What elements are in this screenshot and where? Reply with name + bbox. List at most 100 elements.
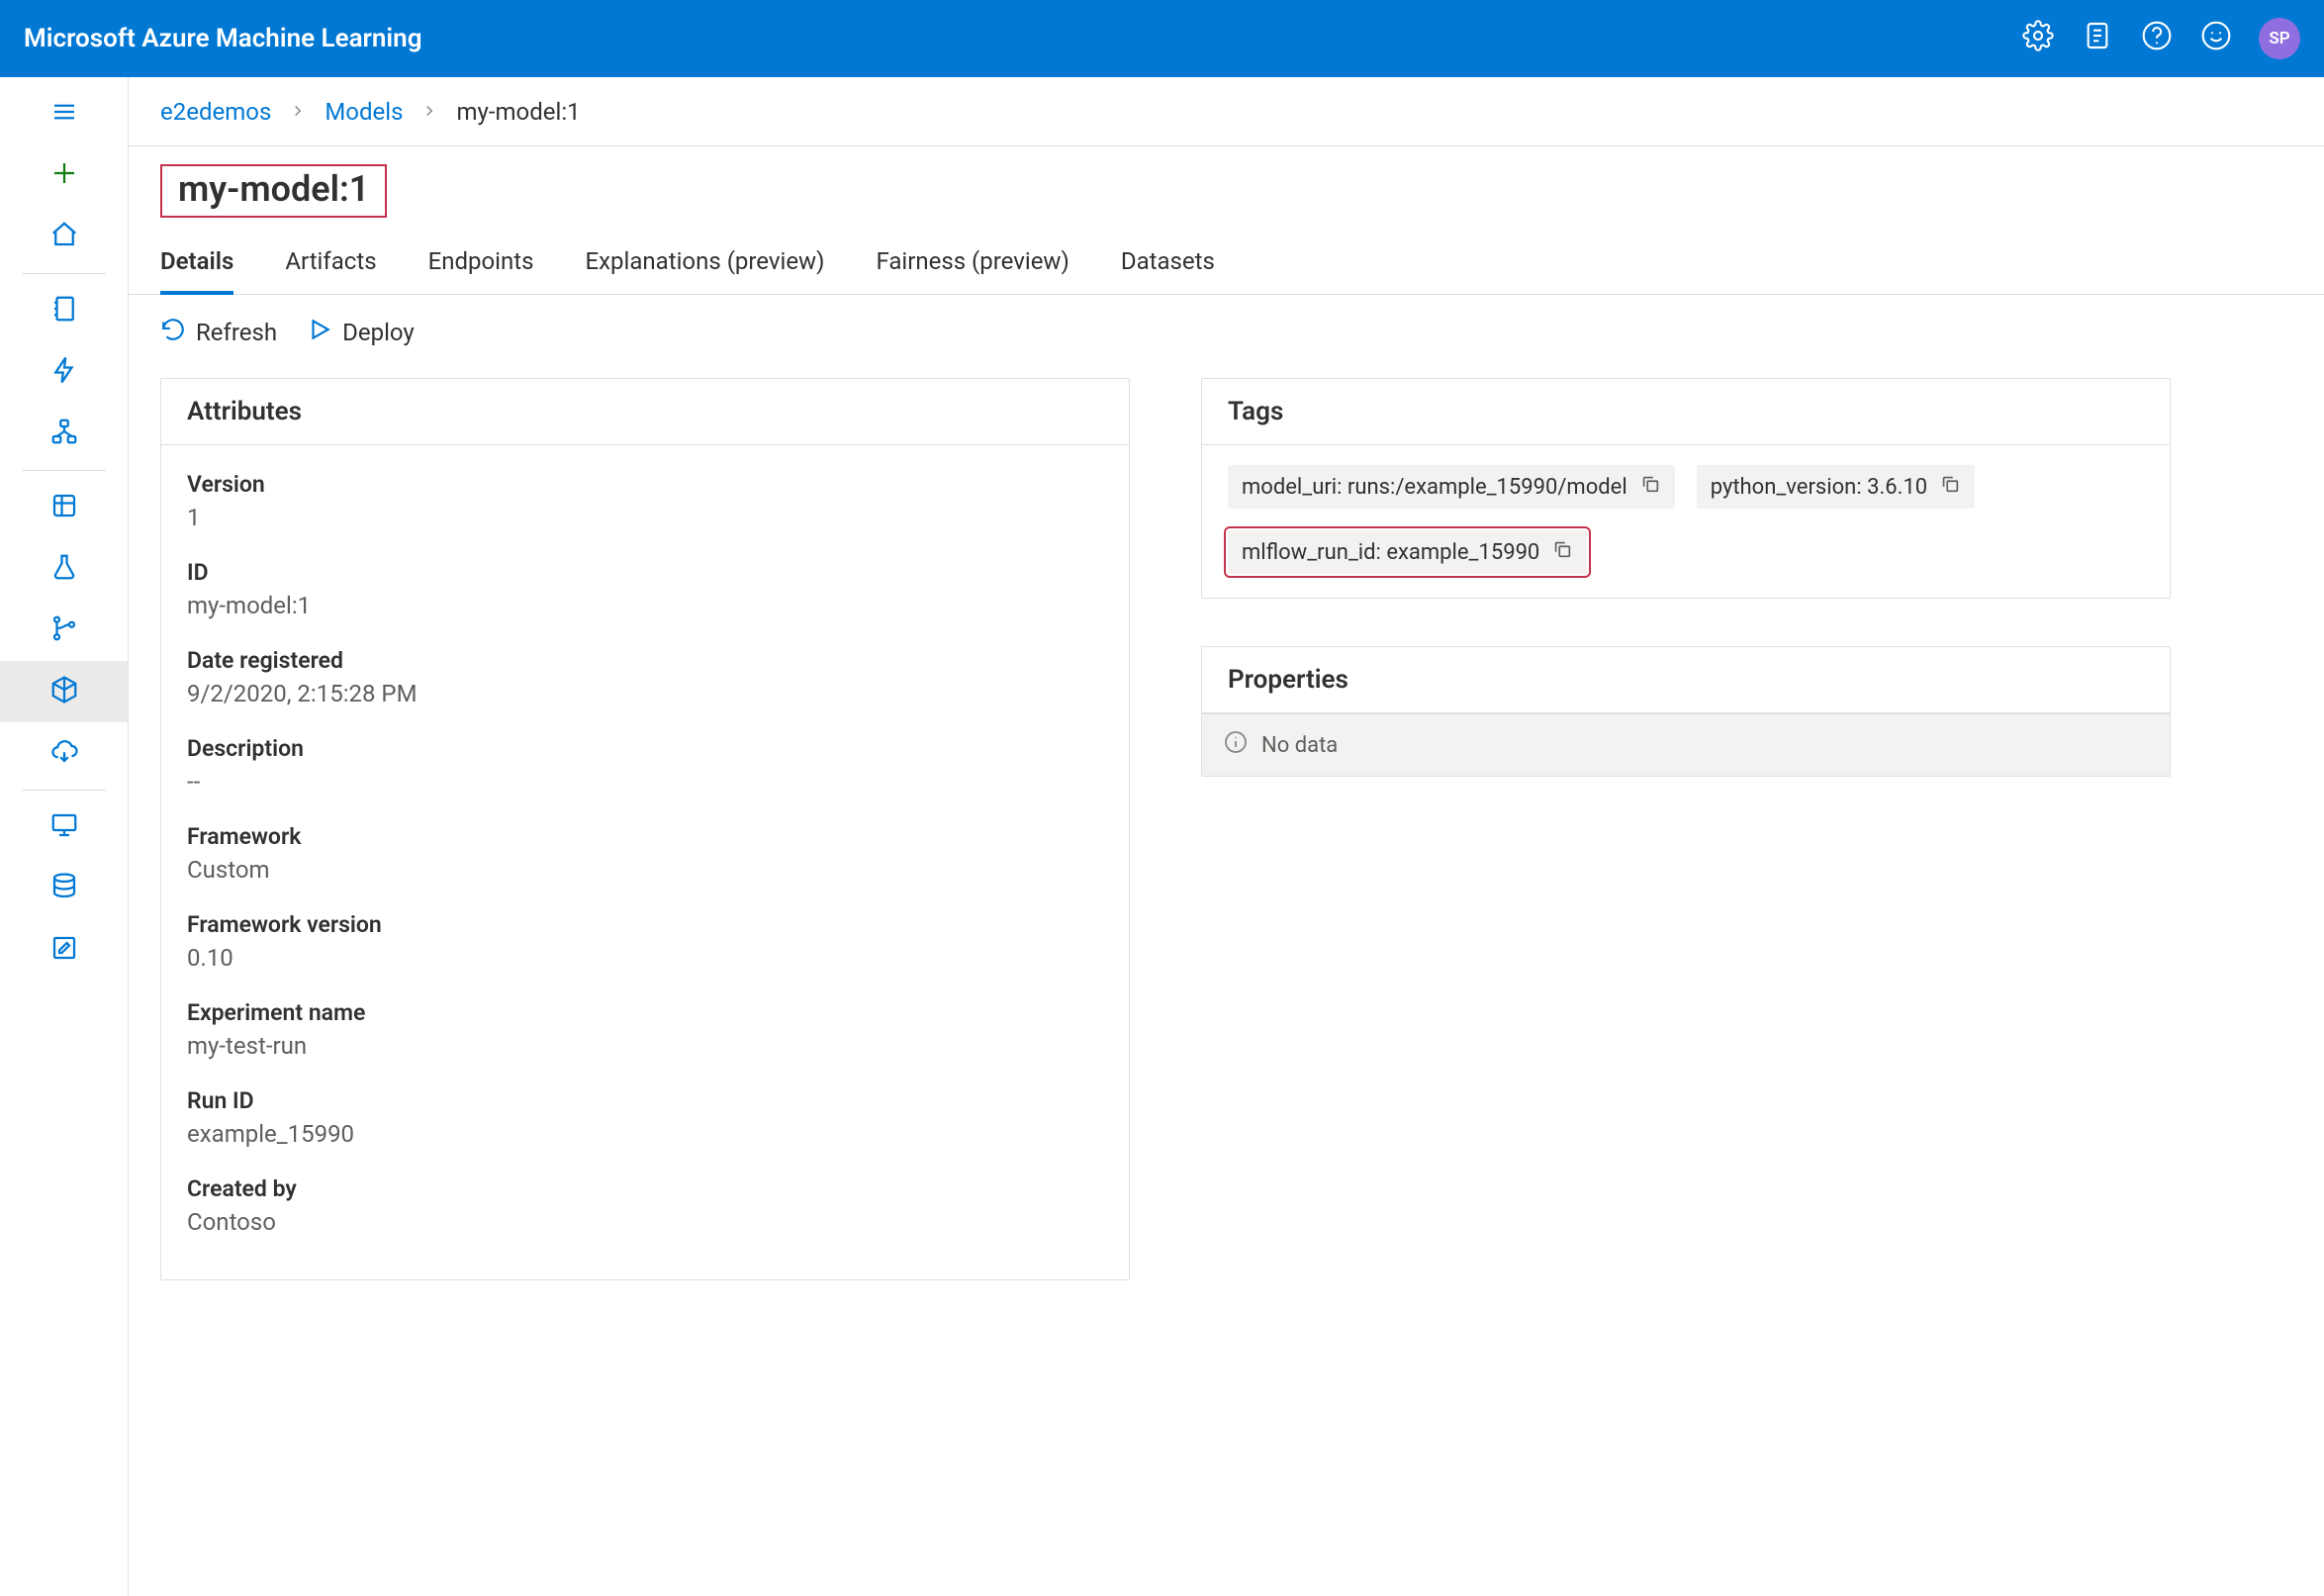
tab-fairness[interactable]: Fairness (preview): [876, 247, 1069, 294]
attribute-value: 9/2/2020, 2:15:28 PM: [187, 674, 1103, 707]
attribute-value: my-test-run: [187, 1026, 1103, 1060]
top-header: Microsoft Azure Machine Learning SP: [0, 0, 2324, 77]
tab-datasets[interactable]: Datasets: [1121, 247, 1215, 294]
diagnostics-button[interactable]: [2081, 22, 2114, 55]
attribute-row: Created byContoso: [187, 1166, 1103, 1254]
deploy-button[interactable]: Deploy: [307, 317, 415, 348]
feedback-button[interactable]: [2199, 22, 2233, 55]
attribute-label: Framework version: [187, 911, 1103, 938]
attribute-row: IDmy-model:1: [187, 549, 1103, 637]
database-icon: [49, 872, 79, 905]
lightning-icon: [49, 355, 79, 389]
attribute-label: ID: [187, 559, 1103, 586]
refresh-label: Refresh: [196, 319, 277, 346]
main-content: e2edemos Models my-model:1 my-model:1 De…: [129, 77, 2324, 1596]
copy-icon[interactable]: [1551, 538, 1573, 566]
flask-icon: [49, 552, 79, 586]
breadcrumb-section[interactable]: Models: [325, 98, 403, 126]
deploy-label: Deploy: [342, 319, 415, 346]
tab-explanations[interactable]: Explanations (preview): [586, 247, 825, 294]
avatar-initials: SP: [2269, 29, 2289, 48]
tag-chip: python_version: 3.6.10: [1697, 465, 1975, 509]
rail-datastores[interactable]: [0, 858, 128, 919]
tag-chip: model_uri: runs:/example_15990/model: [1228, 465, 1675, 509]
attribute-row: Date registered9/2/2020, 2:15:28 PM: [187, 637, 1103, 725]
rail-compute[interactable]: [0, 797, 128, 858]
rail-pipelines[interactable]: [0, 600, 128, 661]
attribute-row: Run IDexample_15990: [187, 1078, 1103, 1166]
tabs: Details Artifacts Endpoints Explanations…: [129, 218, 2324, 295]
rail-divider: [22, 273, 106, 274]
home-icon: [49, 220, 79, 253]
rail-home[interactable]: [0, 206, 128, 267]
edit-box-icon: [49, 933, 79, 967]
tag-text: python_version: 3.6.10: [1711, 475, 1927, 500]
chevron-right-icon: [289, 98, 307, 126]
attribute-value: example_15990: [187, 1114, 1103, 1148]
attribute-value: 0.10: [187, 938, 1103, 972]
refresh-button[interactable]: Refresh: [160, 317, 277, 348]
attributes-title: Attributes: [161, 379, 1129, 445]
info-icon: [1224, 730, 1248, 760]
left-rail: [0, 77, 129, 1596]
clipboard-list-icon: [2082, 20, 2113, 58]
rail-models[interactable]: [0, 661, 128, 722]
chevron-right-icon: [420, 98, 438, 126]
rail-endpoints[interactable]: [0, 722, 128, 784]
copy-icon[interactable]: [1939, 473, 1961, 501]
attribute-value: Contoso: [187, 1202, 1103, 1236]
rail-labeling[interactable]: [0, 919, 128, 981]
rail-notebooks[interactable]: [0, 280, 128, 341]
rail-divider: [22, 790, 106, 791]
attribute-label: Date registered: [187, 647, 1103, 674]
tab-details[interactable]: Details: [160, 247, 233, 295]
attribute-row: Framework version0.10: [187, 901, 1103, 989]
attribute-label: Created by: [187, 1175, 1103, 1202]
attribute-label: Version: [187, 471, 1103, 498]
properties-empty: No data: [1202, 713, 2170, 776]
cloud-icon: [49, 736, 79, 770]
breadcrumb-current: my-model:1: [456, 98, 580, 126]
header-actions: SP: [2021, 18, 2300, 59]
rail-automl[interactable]: [0, 341, 128, 403]
breadcrumb-workspace[interactable]: e2edemos: [160, 98, 271, 126]
app-title: Microsoft Azure Machine Learning: [24, 24, 422, 53]
tags-title: Tags: [1202, 379, 2170, 445]
copy-icon[interactable]: [1639, 473, 1661, 501]
properties-title: Properties: [1202, 647, 2170, 713]
attribute-row: Description--: [187, 725, 1103, 813]
rail-designer[interactable]: [0, 403, 128, 464]
attribute-label: Run ID: [187, 1087, 1103, 1114]
tab-artifacts[interactable]: Artifacts: [285, 247, 376, 294]
breadcrumb: e2edemos Models my-model:1: [129, 77, 2324, 146]
action-bar: Refresh Deploy: [129, 295, 2324, 378]
rail-experiments[interactable]: [0, 538, 128, 600]
notebook-icon: [49, 294, 79, 328]
branch-icon: [49, 613, 79, 647]
plus-icon: [49, 158, 79, 192]
attribute-value: --: [187, 762, 1103, 796]
tag-chip: mlflow_run_id: example_15990: [1228, 530, 1587, 574]
no-data-label: No data: [1261, 733, 1338, 758]
hamburger-icon: [49, 97, 79, 131]
flowchart-icon: [49, 417, 79, 450]
properties-card: Properties No data: [1201, 646, 2171, 777]
attribute-value: Custom: [187, 850, 1103, 884]
attribute-value: my-model:1: [187, 586, 1103, 619]
attribute-value: 1: [187, 498, 1103, 531]
rail-menu-toggle[interactable]: [0, 83, 128, 144]
settings-button[interactable]: [2021, 22, 2055, 55]
attribute-label: Description: [187, 735, 1103, 762]
gear-icon: [2022, 20, 2054, 58]
refresh-icon: [160, 317, 186, 348]
rail-datasets[interactable]: [0, 477, 128, 538]
monitor-icon: [49, 810, 79, 844]
smile-icon: [2200, 20, 2232, 58]
help-button[interactable]: [2140, 22, 2174, 55]
rail-new[interactable]: [0, 144, 128, 206]
tab-endpoints[interactable]: Endpoints: [428, 247, 534, 294]
attributes-card: Attributes Version1IDmy-model:1Date regi…: [160, 378, 1130, 1280]
attribute-label: Framework: [187, 823, 1103, 850]
cube-icon: [49, 675, 79, 708]
user-avatar[interactable]: SP: [2259, 18, 2300, 59]
